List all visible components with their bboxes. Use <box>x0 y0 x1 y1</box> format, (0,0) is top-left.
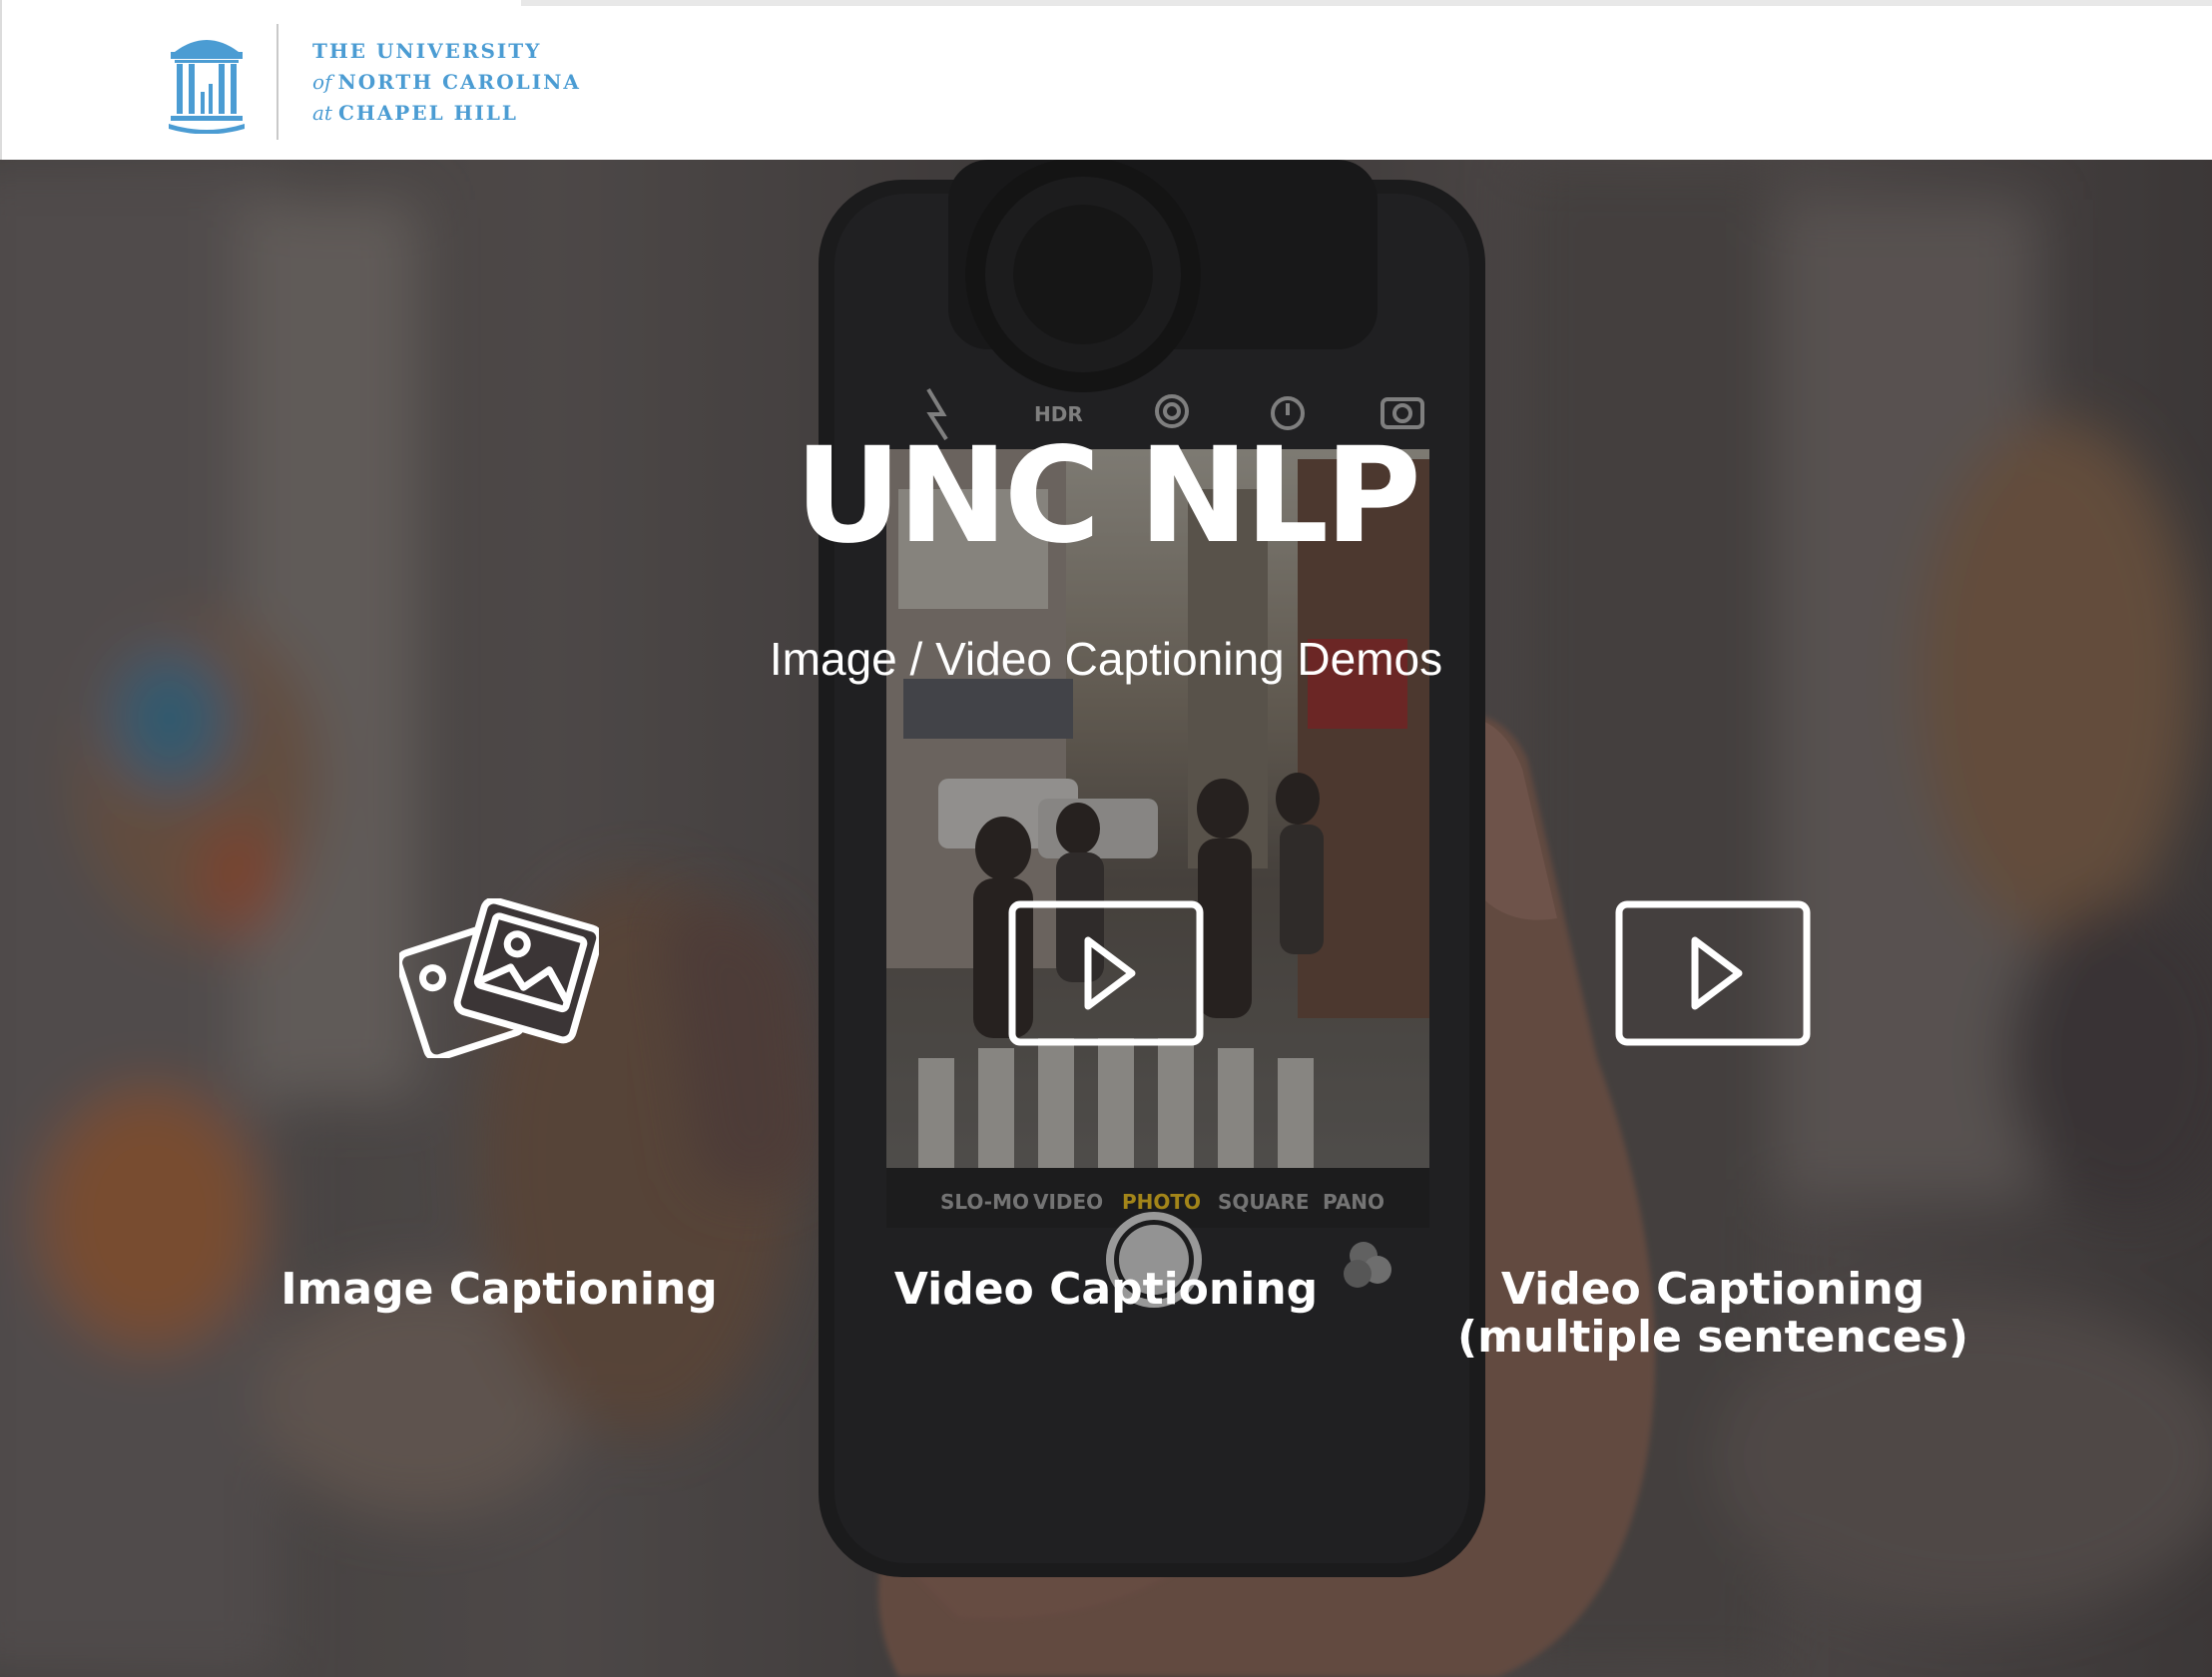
browser-edge <box>521 0 2212 6</box>
demo-label-image-captioning: Image Captioning <box>280 1264 718 1315</box>
wordmark-line-2: of NORTH CAROLINA <box>312 67 581 98</box>
logo-divider <box>276 24 278 140</box>
wordmark-of: of <box>312 69 332 94</box>
video-captioning-link[interactable]: Video Captioning <box>846 898 1366 1398</box>
demo-icon-wrap <box>240 898 759 1238</box>
page-subtitle: Image / Video Captioning Demos <box>769 633 1443 685</box>
wordmark-north-carolina: NORTH CAROLINA <box>337 69 581 94</box>
wordmark-line-3: at CHAPEL HILL <box>312 98 581 129</box>
video-play-icon <box>1615 900 1811 1046</box>
demo-label-video-captioning-multiple: Video Captioning (multiple sentences) <box>1457 1264 1968 1363</box>
page-title: UNC NLP <box>795 419 1421 573</box>
video-captioning-multiple-link[interactable]: Video Captioning (multiple sentences) <box>1453 898 1972 1398</box>
old-well-icon <box>169 40 245 134</box>
site-header: THE UNIVERSITY of NORTH CAROLINA at CHAPEL… <box>0 0 2212 160</box>
demo-icon-wrap <box>846 898 1366 1238</box>
wordmark-at: at <box>312 100 332 125</box>
demo-icon-wrap <box>1453 898 1972 1238</box>
image-captioning-link[interactable]: Image Captioning <box>240 898 759 1398</box>
video-play-icon <box>1008 900 1204 1046</box>
hero-section: HDR SLO-MO VIDEO PHOTO SQUARE PANO UNC N… <box>0 160 2212 1677</box>
wordmark-university: THE UNIVERSITY <box>312 38 542 63</box>
wordmark-line-1: THE UNIVERSITY <box>312 36 581 67</box>
unc-logo-link[interactable]: THE UNIVERSITY of NORTH CAROLINA at CHAPEL… <box>167 24 581 140</box>
university-wordmark: THE UNIVERSITY of NORTH CAROLINA at CHAPEL… <box>312 36 581 129</box>
wordmark-chapel-hill: CHAPEL HILL <box>337 100 518 125</box>
demo-label-video-captioning: Video Captioning <box>893 1264 1319 1315</box>
images-icon <box>399 898 599 1058</box>
